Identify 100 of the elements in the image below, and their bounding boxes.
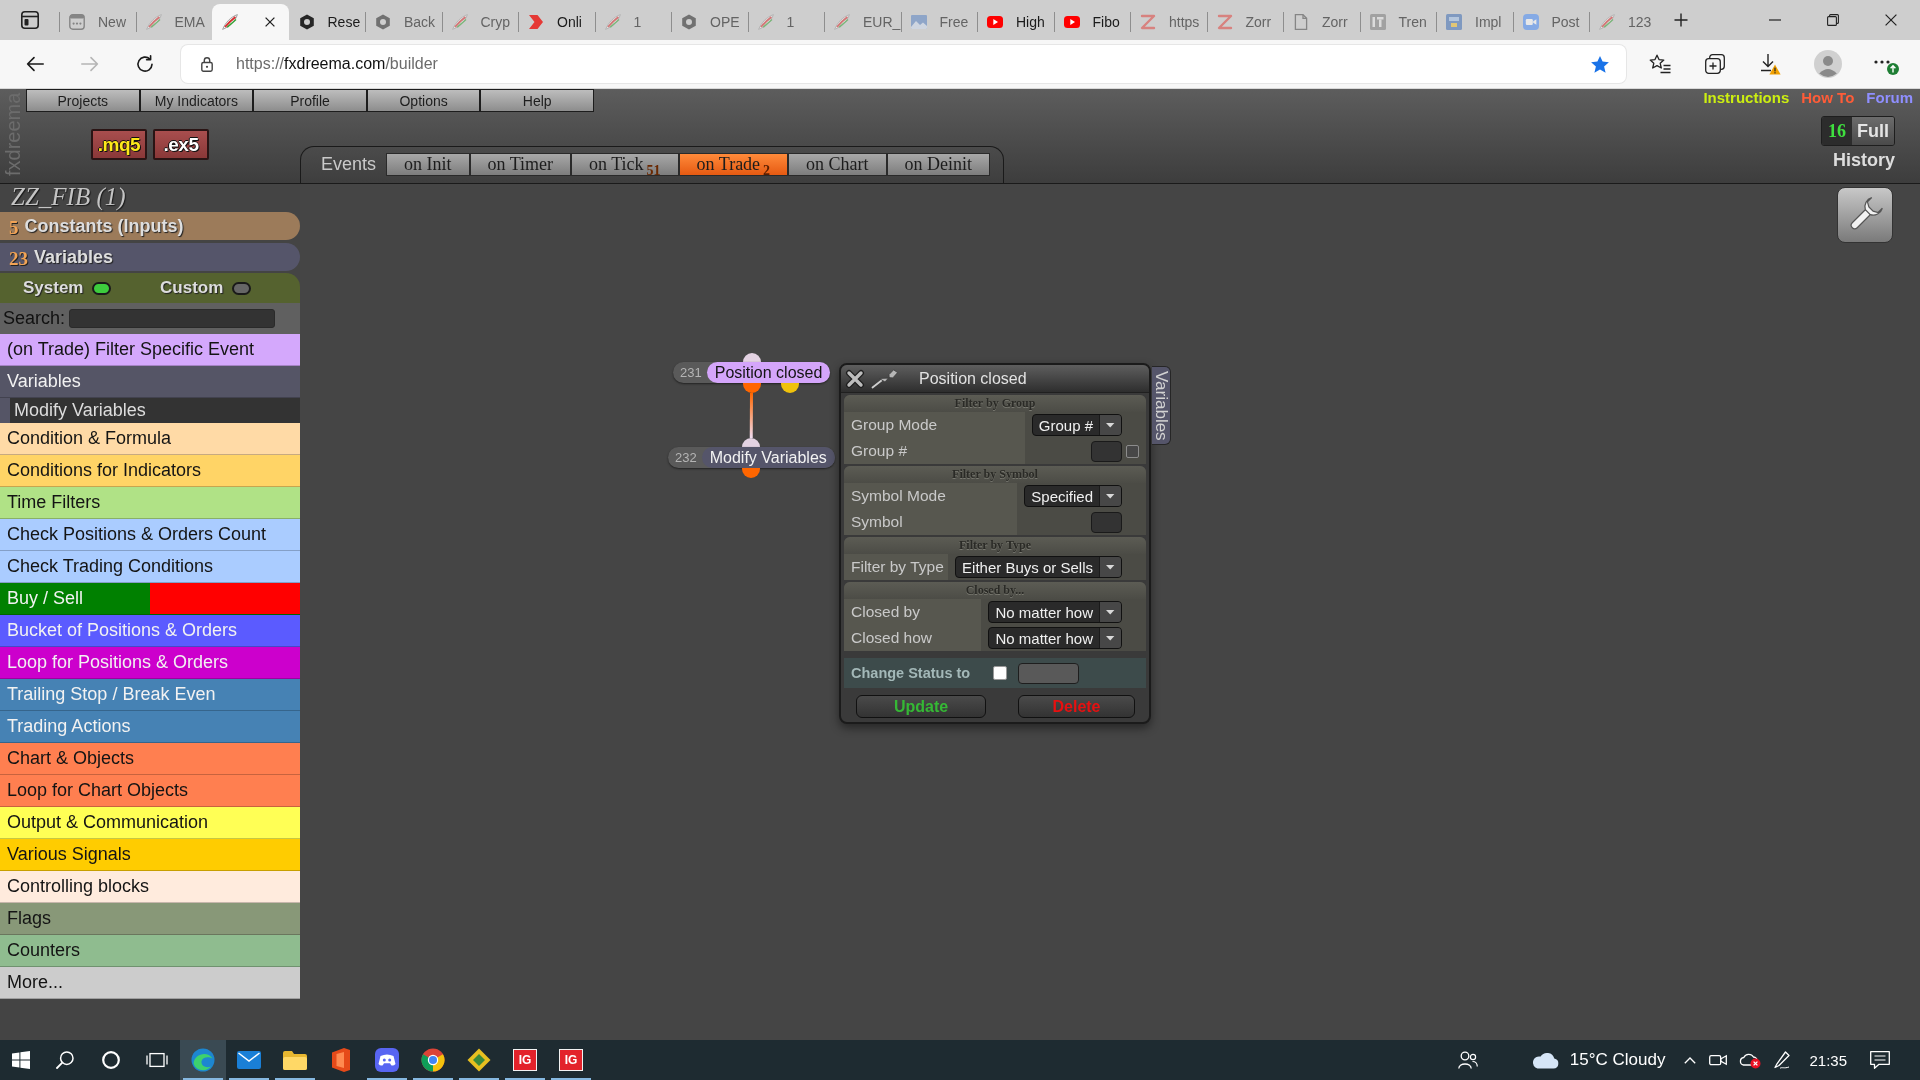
category-item[interactable]: Output & Communication xyxy=(0,807,300,839)
dropdown[interactable]: No matter how xyxy=(988,627,1122,649)
lock-icon[interactable] xyxy=(201,56,213,72)
people-icon[interactable] xyxy=(1457,1051,1478,1069)
export-button[interactable]: .mq5 xyxy=(91,129,147,160)
category-item[interactable]: Trading Actions xyxy=(0,711,300,743)
restore-icon[interactable] xyxy=(1827,14,1839,26)
category-item[interactable]: Counters xyxy=(0,935,300,967)
event-tab[interactable]: on Init xyxy=(386,153,470,176)
taskbar-button[interactable]: IG xyxy=(548,1040,594,1080)
browser-tab[interactable]: https xyxy=(1130,4,1207,40)
close-icon[interactable] xyxy=(264,17,275,27)
window-icon[interactable] xyxy=(20,11,39,29)
side-tab[interactable]: Variables xyxy=(1152,366,1171,445)
taskbar-button[interactable]: IG xyxy=(502,1040,548,1080)
export-button[interactable]: .ex5 xyxy=(153,129,209,160)
plus-icon[interactable] xyxy=(1673,13,1688,27)
browser-tab[interactable]: New xyxy=(59,4,136,40)
text-field[interactable] xyxy=(1091,511,1122,533)
search-field[interactable] xyxy=(69,309,276,328)
circle-icon[interactable] xyxy=(102,1051,120,1069)
cloud-error-icon[interactable] xyxy=(1739,1051,1762,1069)
history-link[interactable]: History xyxy=(1833,149,1895,171)
checkbox[interactable] xyxy=(993,666,1008,680)
pin-icon[interactable] xyxy=(871,368,899,389)
browser-tab[interactable]: 1 xyxy=(594,4,671,40)
browser-tab[interactable]: EUR_ xyxy=(824,4,901,40)
browser-tab[interactable]: Zorr xyxy=(1206,4,1283,40)
category-item[interactable]: Various Signals xyxy=(0,839,300,871)
browser-tab[interactable]: Fibo xyxy=(1053,4,1130,40)
video-camera-icon[interactable] xyxy=(1709,1053,1728,1067)
category-item[interactable]: Chart & Objects xyxy=(0,743,300,775)
block-node[interactable]: 231 Position closed xyxy=(673,362,831,383)
category-item[interactable]: More... xyxy=(0,967,300,999)
event-tab[interactable]: on Chart xyxy=(788,153,887,176)
browser-tab[interactable]: Tren xyxy=(1359,4,1436,40)
browser-tab[interactable]: Rese xyxy=(288,4,365,40)
dialog-button[interactable]: Update xyxy=(856,695,986,718)
windows-logo-icon[interactable] xyxy=(12,1051,30,1069)
category-item[interactable]: Conditions for Indicators xyxy=(0,455,300,487)
block-node[interactable]: 232 Modify Variables xyxy=(668,447,835,468)
category-item[interactable]: Time Filters xyxy=(0,487,300,519)
back-arrow-icon[interactable] xyxy=(26,56,44,72)
event-tab[interactable]: on Tick $_{51}$ xyxy=(571,153,679,176)
menu-button[interactable]: Profile xyxy=(253,89,367,112)
category-item[interactable]: Buy / Sell xyxy=(0,583,300,615)
header-link[interactable]: Instructions xyxy=(1703,89,1790,107)
category-item[interactable]: Loop for Positions & Orders xyxy=(0,647,300,679)
browser-tab[interactable]: High xyxy=(977,4,1054,40)
category-item[interactable]: Trailing Stop / Break Even xyxy=(0,679,300,711)
category-item[interactable]: Variables xyxy=(0,366,300,398)
menu-button[interactable]: Help xyxy=(480,89,594,112)
event-tab[interactable]: on Timer xyxy=(469,153,572,176)
menu-button[interactable]: Projects xyxy=(26,89,140,112)
search-icon[interactable] xyxy=(56,1051,74,1069)
history-mode[interactable]: Full xyxy=(1852,117,1894,145)
text-field[interactable] xyxy=(1091,440,1122,462)
category-item[interactable]: Flags xyxy=(0,903,300,935)
browser-tab[interactable]: Zorr xyxy=(1283,4,1360,40)
task-view-icon[interactable] xyxy=(146,1051,168,1069)
category-item[interactable]: Condition & Formula xyxy=(0,423,300,455)
category-item[interactable]: Controlling blocks xyxy=(0,871,300,903)
star-list-icon[interactable] xyxy=(1649,54,1671,74)
reload-icon[interactable] xyxy=(136,55,154,73)
category-item[interactable]: Bucket of Positions & Orders xyxy=(0,615,300,647)
category-item[interactable]: Check Positions & Orders Count xyxy=(0,519,300,551)
category-item[interactable]: Check Trading Conditions xyxy=(0,551,300,583)
browser-tab[interactable]: Cryp xyxy=(441,4,518,40)
toggle-switch[interactable] xyxy=(92,281,112,295)
browser-tab[interactable]: EMA xyxy=(135,4,212,40)
toggle-switch[interactable] xyxy=(232,281,251,295)
notification-icon[interactable] xyxy=(1870,1051,1890,1069)
browser-tab[interactable]: Free xyxy=(900,4,977,40)
event-tab[interactable]: on Trade $_{2}$ xyxy=(678,153,789,176)
close-icon[interactable] xyxy=(1885,14,1897,26)
tools-button[interactable] xyxy=(1837,187,1893,243)
dropdown[interactable]: Specified xyxy=(1024,485,1122,507)
browser-tab[interactable]: Onli xyxy=(518,4,595,40)
chevron-up-icon[interactable] xyxy=(1684,1056,1697,1064)
weather-widget[interactable]: 15°C Cloudy xyxy=(1530,1050,1666,1070)
dropdown[interactable]: Either Buys or Sells xyxy=(955,556,1122,578)
text-field[interactable] xyxy=(1018,662,1080,684)
menu-button[interactable]: Options xyxy=(366,89,481,112)
pen-icon[interactable] xyxy=(1774,1051,1791,1069)
browser-tab[interactable]: 1 xyxy=(747,4,824,40)
browser-tab[interactable]: Impl xyxy=(1436,4,1513,40)
dropdown[interactable]: Group # xyxy=(1031,414,1122,436)
browser-tab[interactable]: Post xyxy=(1512,4,1589,40)
browser-tab[interactable]: OPE xyxy=(671,4,748,40)
close-icon[interactable] xyxy=(845,368,865,389)
clock-text[interactable]: 21:35 xyxy=(1809,1051,1847,1069)
address-field[interactable]: https://fxdreema.com/builder xyxy=(181,45,1626,83)
avatar-icon[interactable] xyxy=(1814,50,1842,78)
category-item[interactable]: (on Trade) Filter Specific Event xyxy=(0,334,300,366)
menu-button[interactable]: My Indicators xyxy=(139,89,254,112)
block-item[interactable]: Modify Variables xyxy=(0,398,300,423)
variables-button[interactable]: 23 Variables xyxy=(0,243,300,271)
stacked-squares-icon[interactable] xyxy=(1705,54,1725,74)
checkbox[interactable] xyxy=(1126,444,1139,458)
dropdown[interactable]: No matter how xyxy=(988,601,1122,623)
